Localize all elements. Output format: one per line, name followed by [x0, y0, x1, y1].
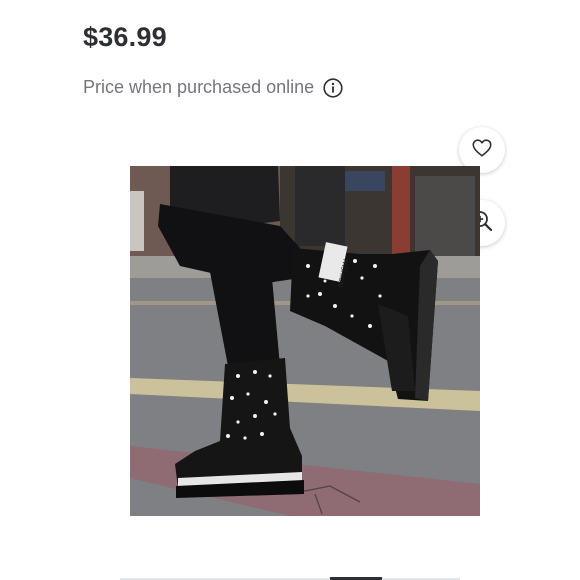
info-circle-icon[interactable]	[323, 77, 343, 98]
product-image[interactable]: FASHION	[130, 166, 480, 516]
product-price: $36.99	[83, 22, 167, 52]
price-note-row: Price when purchased online	[83, 77, 343, 98]
heart-outline-icon	[471, 137, 493, 164]
product-page: $36.99 Price when purchased online FASHI…	[0, 0, 580, 580]
price-note-text: Price when purchased online	[83, 77, 315, 97]
